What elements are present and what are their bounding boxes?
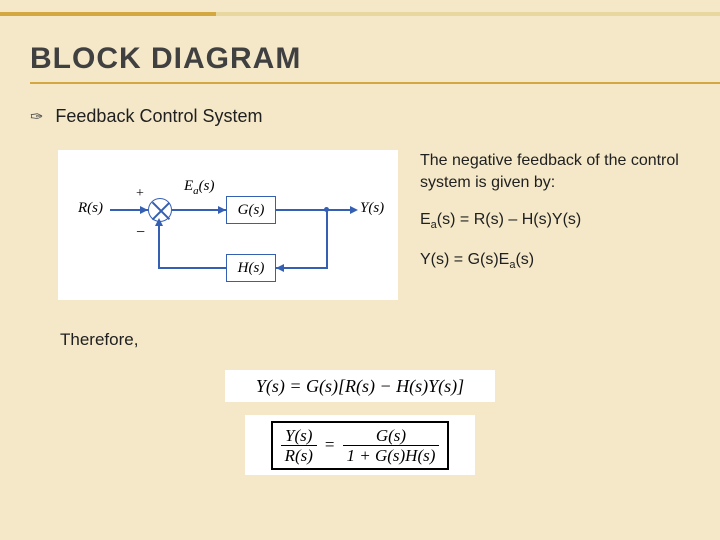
transfer-function: Y(s) R(s) = G(s) 1 + G(s)H(s) <box>245 415 475 475</box>
block-G: G(s) <box>226 196 276 224</box>
signal-R: R(s) <box>78 200 103 217</box>
bullet-icon: ✑ <box>30 107 43 127</box>
summing-plus: + <box>136 186 144 202</box>
line <box>276 209 356 211</box>
line <box>158 222 160 268</box>
signal-Y: Y(s) <box>360 200 384 217</box>
equation-y: Y(s) = G(s)Ea(s) <box>420 249 680 273</box>
subtitle-row: ✑ Feedback Control System <box>30 106 263 127</box>
arrow-icon <box>350 206 358 214</box>
line <box>158 267 226 269</box>
title-underline <box>30 82 720 84</box>
equation-ea: Ea(s) = R(s) – H(s)Y(s) <box>420 209 680 233</box>
summing-minus: − <box>136 224 145 242</box>
arrow-icon <box>155 218 163 226</box>
block-H: H(s) <box>226 254 276 282</box>
therefore-text: Therefore, <box>60 330 138 350</box>
signal-Ea: Ea(s) <box>184 178 215 197</box>
block-diagram: R(s) + − Ea(s) G(s) H(s) Y(s) <box>58 150 398 300</box>
derived-equation: Y(s) = G(s)[R(s) − H(s)Y(s)] <box>225 370 495 402</box>
decorative-bar <box>0 12 720 16</box>
arrow-icon <box>218 206 226 214</box>
line <box>326 209 328 268</box>
subtitle-text: Feedback Control System <box>55 106 262 127</box>
arrow-icon <box>140 206 148 214</box>
page-title: BLOCK DIAGRAM <box>30 42 301 76</box>
description-column: The negative feedback of the control sys… <box>420 150 680 289</box>
description-text: The negative feedback of the control sys… <box>420 150 680 193</box>
arrow-icon <box>276 264 284 272</box>
